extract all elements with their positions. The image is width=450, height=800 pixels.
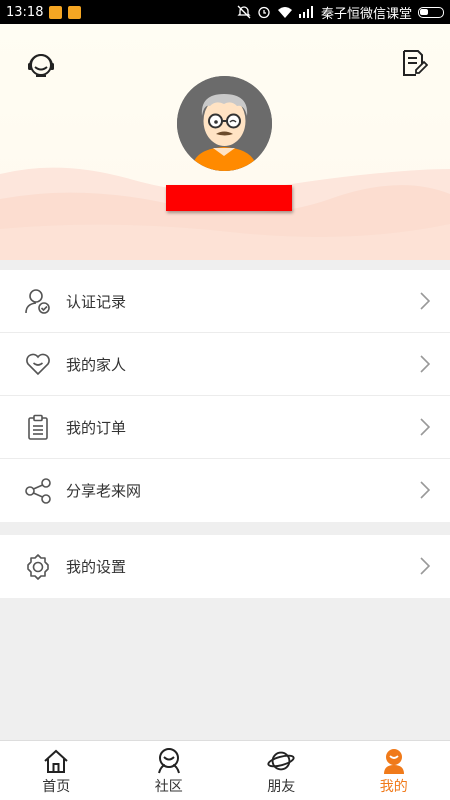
tab-friends[interactable]: 朋友: [225, 741, 338, 800]
tab-label: 社区: [154, 779, 183, 795]
chevron-right-icon: [420, 418, 430, 436]
battery-icon: [418, 6, 444, 18]
user-avatar: [177, 76, 272, 171]
share-icon: [25, 477, 51, 504]
menu-item-label: 我的设置: [66, 558, 127, 576]
menu-group-settings: 我的设置: [0, 535, 450, 598]
tab-label: 首页: [42, 779, 71, 795]
avatar[interactable]: [177, 76, 272, 171]
alarm-icon: [258, 6, 270, 19]
bottom-tab-bar: 首页 社区 朋友 我的: [0, 740, 450, 800]
heart-smile-icon: [26, 353, 50, 376]
chevron-right-icon: [420, 292, 430, 310]
community-icon: [157, 748, 180, 774]
menu-item-label: 认证记录: [66, 292, 127, 311]
status-time: 13:18: [6, 4, 44, 20]
wifi-icon: [277, 7, 292, 18]
username-redacted: [166, 185, 292, 211]
menu-item-label: 我的订单: [66, 418, 127, 437]
menu-item-verification-records[interactable]: 认证记录: [0, 270, 450, 333]
chevron-right-icon: [420, 481, 430, 499]
edit-profile-button[interactable]: [396, 46, 430, 80]
tab-label: 朋友: [267, 779, 296, 795]
menu-item-label: 我的家人: [66, 355, 127, 374]
tab-home[interactable]: 首页: [0, 741, 113, 800]
status-bar: 13:18 秦子恒微信课堂: [0, 0, 450, 24]
status-carrier: 秦子恒微信课堂: [320, 6, 412, 22]
tab-mine[interactable]: 我的: [338, 741, 450, 800]
edit-document-icon: [403, 50, 428, 76]
chevron-right-icon: [420, 355, 430, 373]
menu-item-my-orders[interactable]: 我的订单: [0, 396, 450, 459]
tab-label: 我的: [379, 779, 408, 795]
menu-item-my-family[interactable]: 我的家人: [0, 333, 450, 396]
home-icon: [44, 749, 68, 773]
verified-user-icon: [25, 289, 50, 314]
settings-icon: [27, 553, 49, 580]
menu-item-share-app[interactable]: 分享老来网: [0, 459, 450, 522]
planet-icon: [267, 751, 295, 771]
menu-item-my-settings[interactable]: 我的设置: [0, 535, 450, 598]
app-notification-icon: [49, 5, 63, 19]
customer-service-icon: [28, 54, 54, 77]
profile-header: [0, 24, 450, 260]
tab-community[interactable]: 社区: [113, 741, 226, 800]
mute-icon: [237, 5, 251, 19]
menu-group-main: 认证记录 我的家人 我的订单 分享老来网: [0, 270, 450, 522]
menu-item-label: 分享老来网: [66, 482, 142, 500]
clipboard-icon: [28, 414, 48, 440]
chevron-right-icon: [420, 557, 430, 575]
app-notification-icon: [68, 5, 82, 19]
signal-icon: [298, 6, 313, 18]
profile-icon: [383, 749, 404, 774]
customer-service-button[interactable]: [24, 48, 58, 82]
